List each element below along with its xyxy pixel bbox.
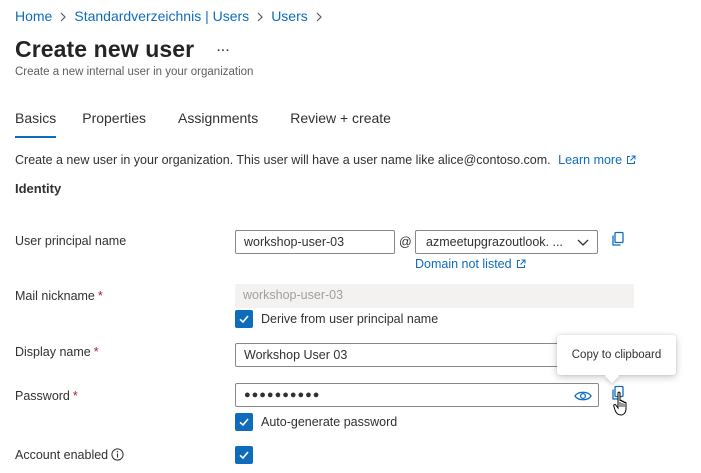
info-icon[interactable] [111, 448, 124, 461]
external-link-icon [516, 259, 526, 268]
required-marker: * [97, 289, 103, 303]
display-name-label: Display name * [15, 345, 99, 359]
breadcrumb-users[interactable]: Users [271, 8, 308, 24]
checkmark-icon [239, 418, 249, 427]
tab-properties[interactable]: Properties [82, 110, 146, 136]
page-title: Create new user [15, 36, 195, 62]
more-options-button[interactable]: ... [212, 38, 234, 60]
domain-not-listed-link[interactable]: Domain not listed [415, 257, 526, 271]
domain-select[interactable]: azmeetupgrazoutlook. ... [415, 230, 598, 254]
copy-tooltip: Copy to clipboard [557, 335, 676, 375]
upn-label: User principal name [15, 234, 127, 248]
auto-generate-password-label: Auto-generate password [261, 415, 398, 429]
page-subtitle: Create a new internal user in your organ… [15, 66, 254, 78]
checkmark-icon [239, 315, 249, 324]
chevron-right-icon [52, 8, 74, 24]
mail-nickname-label: Mail nickname * [15, 289, 103, 303]
derive-upn-label: Derive from user principal name [261, 312, 439, 326]
account-enabled-checkbox[interactable] [235, 446, 253, 464]
external-link-icon [627, 155, 636, 164]
domain-value: azmeetupgrazoutlook. ... [426, 235, 563, 249]
copy-upn-icon[interactable] [609, 230, 627, 248]
domain-not-listed-label: Domain not listed [415, 257, 512, 271]
password-input[interactable]: ●●●●●●●●●● [235, 383, 599, 407]
chevron-right-icon [308, 8, 330, 24]
display-name-input[interactable]: Workshop User 03 [235, 343, 565, 367]
display-name-label-text: Display name [15, 345, 91, 359]
chevron-down-icon [577, 239, 589, 246]
section-identity-title: Identity [15, 181, 62, 196]
chevron-right-icon [249, 8, 271, 24]
password-label: Password * [15, 389, 78, 403]
eye-icon[interactable] [574, 389, 592, 403]
learn-more-link[interactable]: Learn more [558, 153, 636, 167]
breadcrumb: Home Standardverzeichnis | Users Users [15, 6, 330, 26]
hand-cursor-icon [613, 391, 627, 416]
intro-description: Create a new user in your organization. … [15, 153, 551, 167]
required-marker: * [72, 389, 78, 403]
derive-upn-checkbox[interactable] [235, 310, 253, 328]
breadcrumb-home[interactable]: Home [15, 8, 52, 24]
tab-assignments[interactable]: Assignments [178, 110, 258, 136]
checkmark-icon [239, 451, 249, 460]
at-sign: @ [399, 235, 412, 249]
required-marker: * [93, 345, 99, 359]
upn-input[interactable]: workshop-user-03 [235, 230, 395, 254]
mail-nickname-label-text: Mail nickname [15, 289, 95, 303]
account-enabled-label-text: Account enabled [15, 448, 109, 462]
password-label-text: Password [15, 389, 70, 403]
intro-text: Create a new user in your organization. … [15, 153, 636, 167]
learn-more-label: Learn more [558, 153, 623, 167]
tab-bar: Basics Properties Assignments Review + c… [15, 110, 423, 138]
tab-review-create[interactable]: Review + create [290, 110, 391, 136]
auto-generate-password-checkbox[interactable] [235, 413, 253, 431]
mail-nickname-input: workshop-user-03 [235, 284, 634, 308]
tab-basics[interactable]: Basics [15, 110, 57, 138]
breadcrumb-directory[interactable]: Standardverzeichnis | Users [74, 8, 249, 24]
account-enabled-label: Account enabled [15, 448, 124, 462]
